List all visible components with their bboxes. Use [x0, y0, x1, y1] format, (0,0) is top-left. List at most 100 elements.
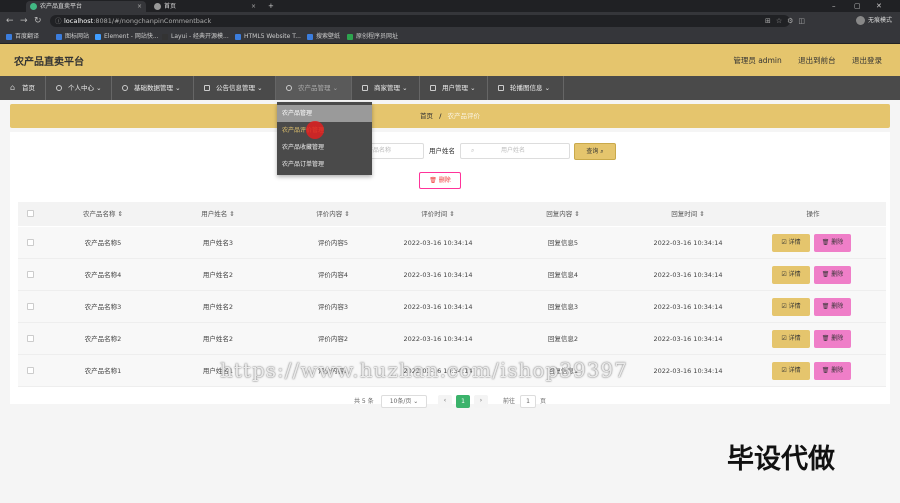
notice-icon	[204, 85, 210, 91]
header-links: 管理员 admin 退出到前台 退出登录	[719, 55, 882, 66]
logout-link[interactable]: 退出登录	[852, 56, 882, 65]
bookmark[interactable]: Layui - 经典开源模...	[162, 30, 229, 44]
nav-basic-data[interactable]: 基础数据管理 ⌄	[112, 76, 194, 100]
row-checkbox[interactable]	[27, 239, 34, 246]
delete-button[interactable]: 🗑 删除	[814, 234, 851, 252]
nav-label: 公告信息管理 ⌄	[216, 84, 263, 92]
url-field[interactable]: ⓘ localhost:8081/#/nongchanpinCommentbac…	[50, 15, 790, 27]
cell-comment-time: 2022-03-16 10:34:14	[403, 335, 473, 343]
cell-user-name: 用户姓名2	[202, 335, 234, 343]
nav-label: 商家管理 ⌄	[374, 84, 408, 92]
detail-button[interactable]: ☑ 详情	[772, 234, 810, 252]
nav-label: 基础数据管理 ⌄	[134, 84, 181, 92]
cell-reply-time: 2022-03-16 10:34:14	[653, 367, 723, 375]
bookmark-label: Element - 网站快...	[104, 33, 159, 40]
row-checkbox[interactable]	[27, 335, 34, 342]
nav-carousel[interactable]: 轮播图信息 ⌄	[488, 76, 564, 100]
menu-item-product-manage[interactable]: 农产品管理	[277, 105, 372, 122]
cell-comment-time: 2022-03-16 10:34:14	[403, 303, 473, 311]
row-checkbox[interactable]	[27, 303, 34, 310]
back-icon[interactable]: ←	[6, 15, 14, 27]
nav-home[interactable]: ⌂ 首页	[0, 76, 46, 100]
prev-page-button[interactable]: ‹	[438, 395, 452, 408]
row-checkbox[interactable]	[27, 367, 34, 374]
maximize-icon[interactable]: ▢	[854, 0, 861, 12]
query-button[interactable]: 查询 ⌕	[574, 143, 616, 160]
cell-comment: 评价内容3	[317, 303, 349, 311]
bookmark-icon	[162, 34, 168, 40]
delete-button[interactable]: 🗑 删除	[814, 330, 851, 348]
col-product-name[interactable]: 农产品名称 ⇕	[58, 202, 148, 226]
bookmark[interactable]: 百度翻译	[6, 30, 39, 44]
nav-users[interactable]: 用户管理 ⌄	[420, 76, 488, 100]
cell-user-name: 用户姓名2	[202, 303, 234, 311]
bookmark-label: HTML5 Website T...	[244, 33, 301, 40]
forward-icon[interactable]: →	[20, 15, 28, 27]
breadcrumb-home[interactable]: 首页	[420, 112, 433, 120]
col-reply-time[interactable]: 回复时间 ⇕	[638, 202, 738, 226]
menu-item-product-comment[interactable]: 农产品评价管理	[277, 122, 372, 139]
select-all-checkbox[interactable]	[27, 210, 34, 217]
nav-personal[interactable]: 个人中心 ⌄	[46, 76, 112, 100]
close-tab-icon[interactable]: ×	[137, 1, 142, 12]
cell-reply-time: 2022-03-16 10:34:14	[653, 271, 723, 279]
nav-label: 农产品管理 ⌄	[298, 84, 339, 92]
detail-button[interactable]: ☑ 详情	[772, 298, 810, 316]
bookmark[interactable]: 搜索壁纸	[307, 30, 340, 44]
minimize-icon[interactable]: –	[832, 0, 836, 12]
next-page-button[interactable]: ›	[474, 395, 488, 408]
cell-reply-time: 2022-03-16 10:34:14	[653, 303, 723, 311]
col-reply[interactable]: 回复内容 ⇕	[518, 202, 608, 226]
nav-products[interactable]: 农产品管理 ⌄	[276, 76, 352, 100]
bookmark[interactable]: HTML5 Website T...	[235, 30, 301, 44]
detail-button[interactable]: ☑ 详情	[772, 362, 810, 380]
menu-item-product-order[interactable]: 农产品订单管理	[277, 156, 372, 173]
row-checkbox[interactable]	[27, 271, 34, 278]
delete-button[interactable]: 🗑 删除	[814, 266, 851, 284]
back-to-front-link[interactable]: 退出到前台	[798, 56, 836, 65]
settings-icon	[122, 85, 128, 91]
cell-user-name: 用户姓名2	[202, 271, 234, 279]
col-user-name[interactable]: 用户姓名 ⇕	[173, 202, 263, 226]
batch-delete-button[interactable]: 🗑 删除	[419, 172, 461, 189]
col-comment[interactable]: 评价内容 ⇕	[288, 202, 378, 226]
goto-page-input[interactable]: 1	[520, 395, 536, 408]
bookmark-icon	[6, 34, 12, 40]
breadcrumb-current: 农产品评价	[447, 112, 481, 120]
breadcrumb: 首页 / 农产品评价	[10, 104, 890, 128]
incognito-icon	[855, 16, 865, 25]
page-1-button[interactable]: 1	[456, 395, 470, 408]
user-name-input[interactable]: ⌕ 用户姓名	[460, 143, 570, 159]
detail-button[interactable]: ☑ 详情	[772, 266, 810, 284]
nav-merchants[interactable]: 商家管理 ⌄	[352, 76, 420, 100]
reload-icon[interactable]: ↻	[34, 15, 42, 27]
delete-button[interactable]: 🗑 删除	[814, 362, 851, 380]
url-host: localhost	[64, 17, 94, 25]
bookmark[interactable]: 原创程序员网址	[347, 30, 398, 44]
delete-button[interactable]: 🗑 删除	[814, 298, 851, 316]
info-icon: ⓘ	[55, 17, 62, 25]
bookmark[interactable]: 图标网站	[56, 30, 89, 44]
nav-label: 首页	[22, 84, 35, 92]
cell-product-name: 农产品名称3	[84, 303, 122, 311]
vue-icon	[30, 3, 37, 10]
address-bar-row: ← → ↻ ⓘ localhost:8081/#/nongchanpinComm…	[0, 12, 900, 30]
nav-announcements[interactable]: 公告信息管理 ⌄	[194, 76, 276, 100]
cell-comment: 评价内容5	[317, 239, 349, 247]
browser-tab-active[interactable]: 农产品直卖平台 ×	[26, 1, 146, 12]
user-name-label: 用户姓名	[429, 147, 455, 155]
browser-extension-icons[interactable]: ⊞☆⚙◫	[765, 15, 810, 27]
browser-tab[interactable]: 首页 ×	[150, 1, 260, 12]
cell-reply-time: 2022-03-16 10:34:14	[653, 239, 723, 247]
close-window-icon[interactable]: ✕	[876, 0, 882, 12]
cell-reply: 回复信息3	[547, 303, 579, 311]
profile-button[interactable]: 无痕模式	[855, 15, 892, 27]
page-size-select[interactable]: 10条/页 ⌄	[381, 395, 427, 408]
col-comment-time[interactable]: 评价时间 ⇕	[388, 202, 488, 226]
bookmark[interactable]: Element - 网站快...	[95, 30, 159, 44]
close-tab-icon[interactable]: ×	[251, 1, 256, 12]
menu-item-product-favorite[interactable]: 农产品收藏管理	[277, 139, 372, 156]
new-tab-icon[interactable]: +	[268, 0, 274, 12]
total-count: 共 5 条	[354, 398, 374, 405]
detail-button[interactable]: ☑ 详情	[772, 330, 810, 348]
